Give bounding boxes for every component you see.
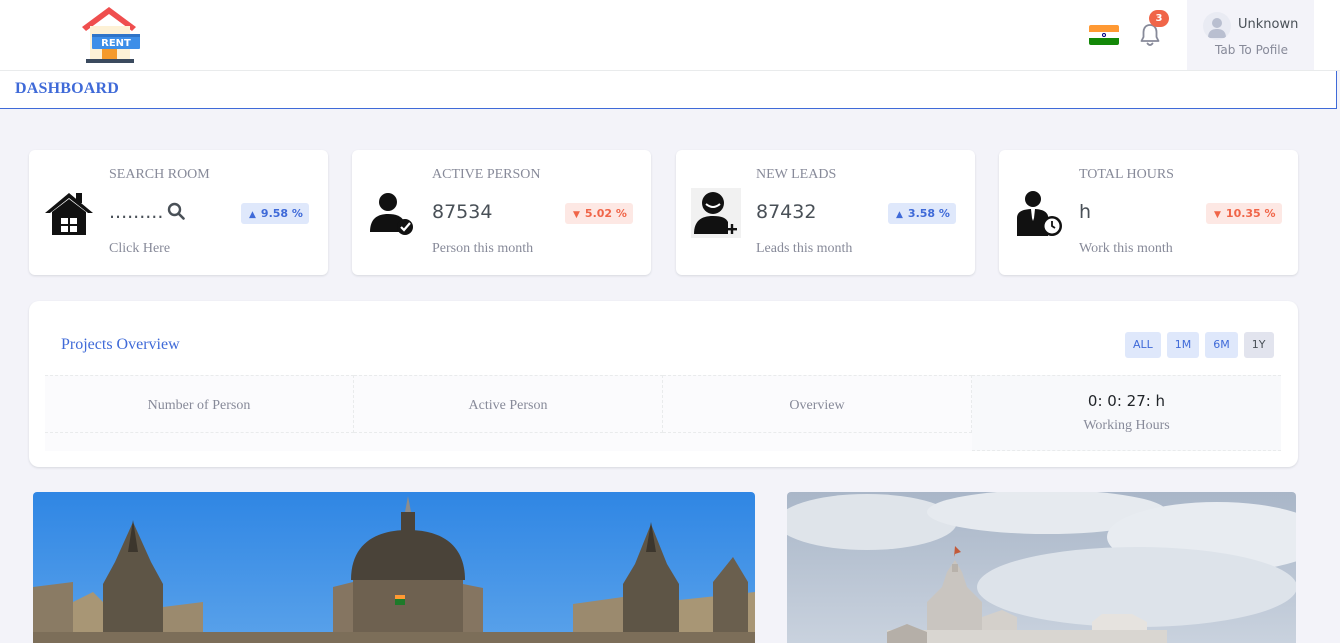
active-person-card[interactable]: ACTIVE PERSON 87534 Person this month ▼ 5…: [352, 150, 651, 275]
stat-label: Active Person: [468, 398, 548, 413]
period-6m-button[interactable]: 6M: [1205, 332, 1238, 358]
overview-stats: Number of Person Active Person Overview …: [45, 375, 1282, 451]
search-room-card[interactable]: SEARCH ROOM ......... Click Here ▲ 9.58 %: [29, 150, 328, 275]
card-value: 87432: [756, 201, 817, 223]
trend-badge: ▲ 3.58 %: [888, 203, 956, 224]
profile-name: Unknown: [1238, 17, 1299, 32]
card-value: h: [1079, 201, 1092, 223]
profile-menu[interactable]: Unknown Tab To Pofile: [1187, 0, 1314, 70]
trend-badge: ▲ 9.58 %: [241, 203, 309, 224]
india-flag-icon[interactable]: [1089, 25, 1119, 45]
user-add-icon: [691, 188, 741, 238]
page-title-bar: DASHBOARD: [0, 71, 1337, 109]
search-room-link[interactable]: .........: [109, 201, 186, 223]
top-navbar: RENT 3 Unknown Tab To Pofile: [0, 0, 1340, 71]
chevron-up-icon: ▲: [249, 210, 256, 220]
user-check-icon: [367, 188, 417, 238]
projects-overview-card: Projects Overview ALL 1M 6M 1Y Number of…: [29, 301, 1298, 467]
card-subtitle: Person this month: [432, 241, 534, 256]
card-label: NEW LEADS: [756, 167, 837, 182]
card-label: TOTAL HOURS: [1079, 167, 1174, 182]
click-here-link[interactable]: Click Here: [109, 241, 170, 257]
avatar: [1203, 12, 1231, 40]
trend-badge: ▼ 5.02 %: [565, 203, 633, 224]
stat-label: Overview: [789, 398, 845, 413]
page-title: DASHBOARD: [15, 80, 120, 97]
card-subtitle: Work this month: [1079, 241, 1173, 256]
working-hours-timer: 0: 0: 27: h: [1087, 392, 1166, 410]
house-icon: [44, 188, 94, 238]
landmark-photo-left: [33, 492, 755, 643]
card-label: SEARCH ROOM: [109, 167, 210, 182]
overview-stat-working-hours: 0: 0: 27: h Working Hours: [972, 375, 1281, 451]
new-leads-card[interactable]: NEW LEADS 87432 Leads this month ▲ 3.58 %: [676, 150, 975, 275]
period-filter: ALL 1M 6M 1Y: [1125, 332, 1274, 358]
card-subtitle: Leads this month: [756, 241, 853, 256]
period-1m-button[interactable]: 1M: [1166, 332, 1200, 358]
card-label: ACTIVE PERSON: [432, 167, 541, 182]
svg-text:RENT: RENT: [101, 38, 131, 49]
landmark-photo-right: [787, 492, 1296, 643]
notification-count-badge: 3: [1149, 10, 1169, 27]
total-hours-card[interactable]: TOTAL HOURS h Work this month ▼ 10.35 %: [999, 150, 1298, 275]
projects-overview-title: Projects Overview: [61, 336, 180, 353]
overview-stat-overview: Overview: [663, 375, 972, 433]
stat-label: Number of Person: [147, 398, 251, 413]
period-all-button[interactable]: ALL: [1125, 332, 1161, 358]
overview-stat-number-of-person: Number of Person: [45, 375, 354, 433]
chevron-up-icon: ▲: [896, 210, 903, 220]
card-value: 87534: [432, 201, 493, 223]
search-icon[interactable]: [167, 202, 186, 220]
chevron-down-icon: ▼: [1214, 210, 1221, 220]
overview-stat-active-person: Active Person: [354, 375, 663, 433]
period-1y-button[interactable]: 1Y: [1243, 332, 1274, 358]
profile-subtitle: Tab To Pofile: [1215, 43, 1289, 57]
stat-label: Working Hours: [1083, 418, 1170, 433]
businessman-clock-icon: [1014, 188, 1064, 238]
chevron-down-icon: ▼: [573, 210, 580, 220]
rent-logo[interactable]: RENT: [78, 5, 142, 65]
trend-badge: ▼ 10.35 %: [1206, 203, 1282, 224]
